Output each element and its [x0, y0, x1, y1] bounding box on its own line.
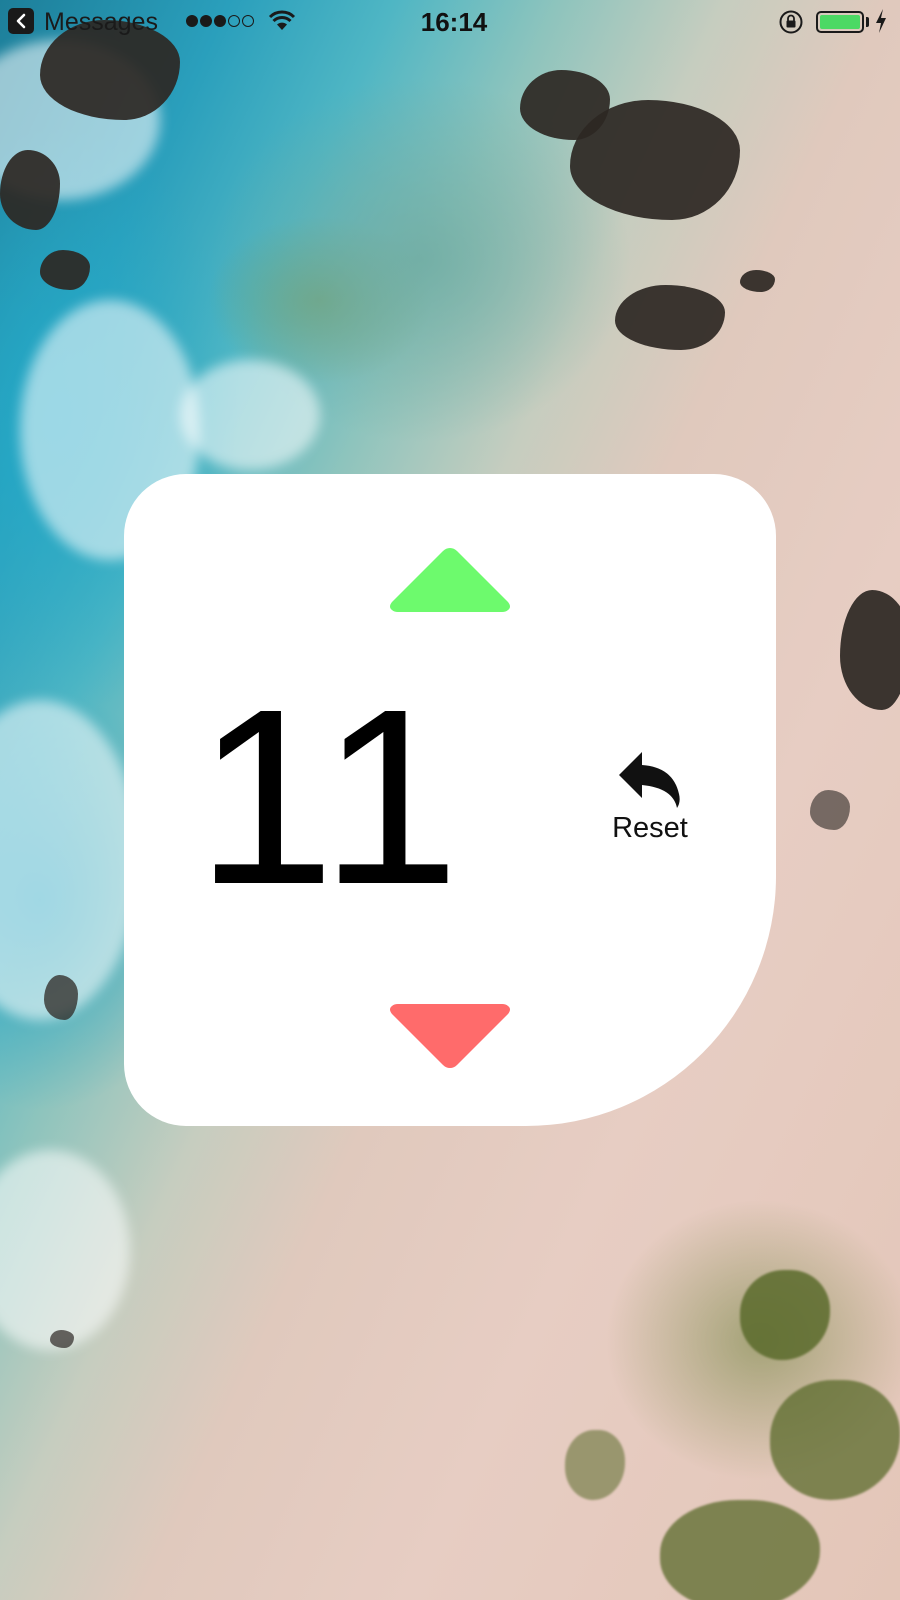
- reset-button[interactable]: Reset: [604, 748, 696, 845]
- orientation-lock-icon: [779, 10, 803, 34]
- rock: [44, 975, 78, 1020]
- reset-label: Reset: [612, 812, 688, 844]
- triangle-down-icon[interactable]: [390, 1004, 510, 1068]
- battery-icon: [816, 11, 864, 33]
- wave-foam: [0, 700, 140, 1020]
- rock: [840, 590, 900, 710]
- rock: [740, 270, 775, 292]
- wave-foam: [0, 1150, 130, 1350]
- rock: [570, 100, 740, 220]
- battery-tip: [866, 17, 869, 27]
- charging-bolt-icon: [876, 9, 886, 33]
- increment-button[interactable]: [388, 544, 512, 614]
- status-bar: Messages 16:14: [0, 0, 900, 44]
- status-time: 16:14: [420, 7, 488, 37]
- battery-level-fill: [820, 15, 860, 29]
- undo-arrow-icon[interactable]: [615, 748, 685, 810]
- wave-foam: [180, 360, 320, 470]
- beach-shrub: [740, 1270, 830, 1360]
- decrement-button[interactable]: [388, 1002, 512, 1072]
- rock: [40, 250, 90, 290]
- triangle-up-icon[interactable]: [390, 548, 510, 612]
- beach-shrub: [660, 1500, 820, 1600]
- rock: [50, 1330, 74, 1348]
- beach-shrub: [770, 1380, 900, 1500]
- rock: [615, 285, 725, 350]
- rock: [810, 790, 850, 830]
- rock: [0, 150, 60, 230]
- beach-shrub: [565, 1430, 625, 1500]
- counter-value: 11: [196, 657, 464, 936]
